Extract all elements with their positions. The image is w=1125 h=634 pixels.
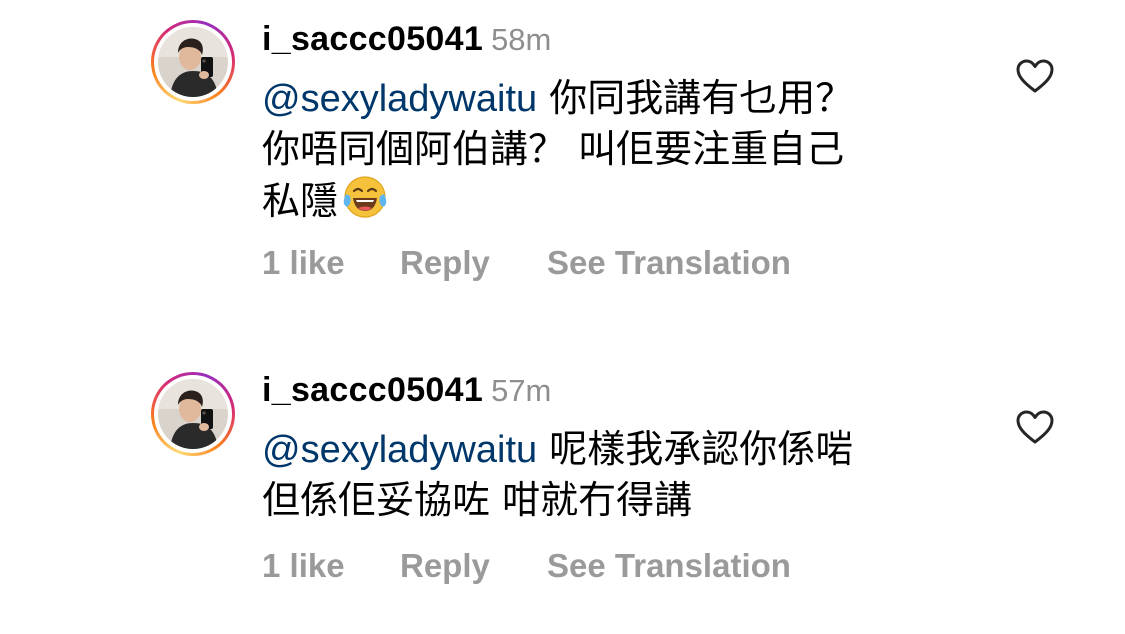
avatar[interactable] [151, 372, 235, 456]
comment-line-text: 呢樣我承認你係啱 [549, 427, 854, 471]
heart-outline-icon[interactable] [1015, 409, 1055, 445]
comment-header: i_saccc05041 58m [262, 19, 551, 60]
reply-button[interactable]: Reply [400, 243, 547, 283]
comment-text: @sexyladywaitu 呢樣我承認你係啱 但係佢妥協咗 咁就冇得講 [262, 424, 952, 525]
avatar[interactable] [151, 20, 235, 104]
username[interactable]: i_saccc05041 [262, 371, 483, 409]
comment-line: 但係佢妥協咗 咁就冇得講 [262, 478, 693, 522]
avatar-photo [158, 379, 228, 449]
tears-of-joy-emoji-icon [343, 176, 387, 218]
comment-line: @sexyladywaitu 呢樣我承認你係啱 [262, 424, 952, 475]
username[interactable]: i_saccc05041 [262, 20, 483, 58]
heart-outline-icon[interactable] [1015, 58, 1055, 94]
comment-line-text: 私隱 [262, 179, 339, 223]
comment-header: i_saccc05041 57m [262, 370, 551, 411]
mention-link[interactable]: @sexyladywaitu [262, 78, 537, 120]
comment-line: 私隱 [262, 174, 952, 226]
see-translation-button[interactable]: See Translation [547, 546, 791, 586]
timestamp: 57m [491, 373, 552, 408]
mention-link[interactable]: @sexyladywaitu [262, 429, 537, 471]
avatar-photo [158, 27, 228, 97]
comment-actions: 1 like Reply See Translation [262, 243, 791, 283]
comment-line: 你唔同個阿伯講？ 叫佢要注重自己 [262, 127, 845, 171]
likes-count[interactable]: 1 like [262, 243, 400, 283]
see-translation-button[interactable]: See Translation [547, 243, 791, 283]
timestamp: 58m [491, 22, 552, 57]
comment-line-text: 你同我講有乜用？ [549, 76, 854, 120]
comment-actions: 1 like Reply See Translation [262, 546, 791, 586]
likes-count[interactable]: 1 like [262, 546, 400, 586]
reply-button[interactable]: Reply [400, 546, 547, 586]
comment-text: @sexyladywaitu 你同我講有乜用？ 你唔同個阿伯講？ 叫佢要注重自己… [262, 73, 952, 226]
comment-line: @sexyladywaitu 你同我講有乜用？ [262, 73, 952, 124]
